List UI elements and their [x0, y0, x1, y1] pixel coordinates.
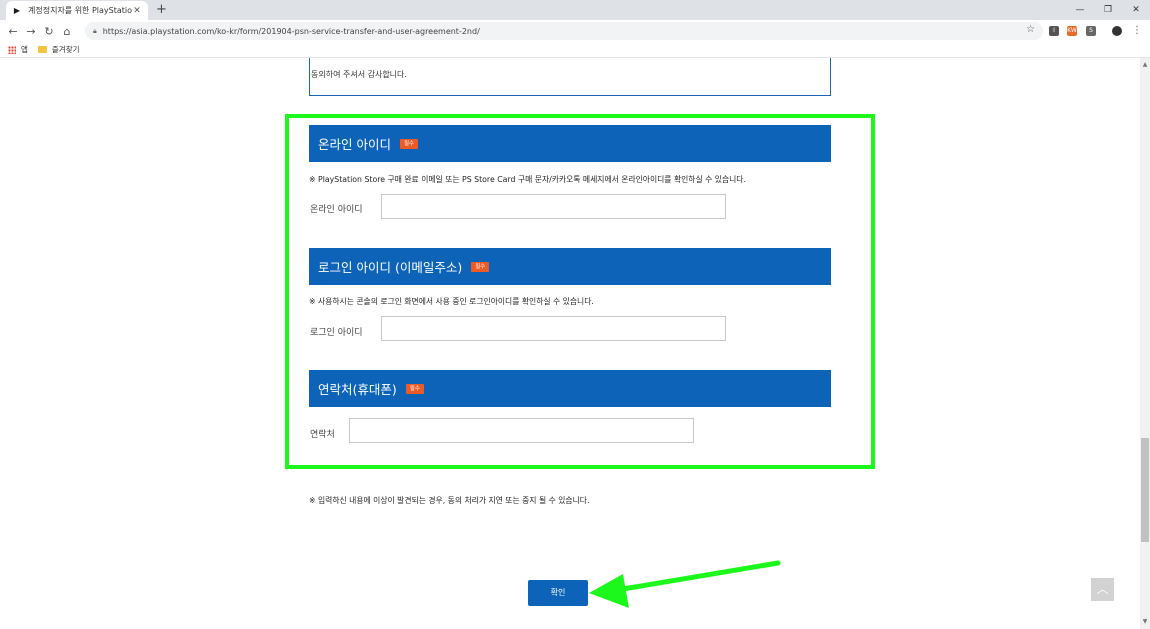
scrollbar-thumb[interactable] — [1141, 438, 1149, 542]
apps-grid-icon — [8, 45, 16, 54]
bookmark-star-icon[interactable]: ☆ — [1026, 24, 1035, 35]
address-bar[interactable]: 🔒︎ https://asia.playstation.com/ko-kr/fo… — [85, 22, 1043, 40]
close-window-icon[interactable]: ✕ — [1122, 0, 1150, 20]
phone-input[interactable] — [349, 418, 694, 443]
chevron-up-icon: ︿ — [1096, 582, 1109, 596]
new-tab-button[interactable]: + — [156, 2, 167, 18]
tab-bar: ▶ 계정정지자를 위한 PlayStation N ✕ + — ❐ ✕ — [0, 0, 1150, 20]
back-icon[interactable]: ← — [4, 25, 22, 38]
window-controls: — ❐ ✕ — [1066, 0, 1150, 20]
page-content: 동의하여 주셔서 감사합니다. 온라인 아이디 필수 ※ PlayStation… — [0, 58, 1140, 629]
extension-i-icon[interactable]: I — [1049, 26, 1059, 36]
phone-label: 연락처 — [310, 430, 335, 440]
home-icon[interactable]: ⌂ — [58, 25, 76, 38]
extension-s-icon[interactable]: S — [1086, 26, 1096, 36]
reload-icon[interactable]: ↻ — [40, 25, 58, 38]
online-id-input[interactable] — [381, 194, 726, 219]
folder-icon — [37, 46, 47, 53]
browser-toolbar: ← → ↻ ⌂ 🔒︎ https://asia.playstation.com/… — [0, 20, 1150, 42]
highlight-frame — [285, 114, 875, 469]
scroll-to-top-button[interactable]: ︿ — [1091, 578, 1114, 601]
close-tab-icon[interactable]: ✕ — [132, 6, 142, 16]
login-id-label: 로그인 아이디 — [310, 328, 363, 338]
extension-kw-icon[interactable]: KW — [1067, 26, 1077, 36]
section-header-online-id: 온라인 아이디 필수 — [309, 125, 831, 162]
url-text: https://asia.playstation.com/ko-kr/form/… — [102, 26, 480, 36]
scroll-down-icon[interactable]: ▼ — [1140, 617, 1150, 627]
bookmark-favorites[interactable]: 즐겨찾기 — [37, 44, 80, 55]
playstation-icon: ▶ — [13, 5, 21, 15]
tab-title: 계정정지자를 위한 PlayStation N — [28, 6, 132, 15]
menu-dots-icon[interactable]: ⋮ — [1132, 26, 1142, 36]
agreement-thanks-text: 동의하여 주셔서 감사합니다. — [311, 70, 407, 79]
required-badge: 필수 — [471, 261, 490, 272]
login-id-input[interactable] — [381, 316, 726, 341]
online-id-hint: ※ PlayStation Store 구매 완료 이메일 또는 PS Stor… — [309, 175, 746, 184]
online-id-label: 온라인 아이디 — [310, 205, 363, 215]
lock-icon: 🔒︎ — [93, 26, 97, 35]
bookmark-apps[interactable]: 앱 — [8, 44, 28, 55]
scroll-up-icon[interactable]: ▲ — [1140, 60, 1150, 70]
login-id-hint: ※ 사용하시는 콘솔의 로그인 화면에서 사용 중인 로그인아이디를 확인하실 … — [309, 297, 594, 306]
forward-icon[interactable]: → — [22, 25, 40, 38]
section-header-login-id: 로그인 아이디 (이메일주소) 필수 — [309, 248, 831, 285]
confirm-button[interactable]: 확인 — [528, 580, 588, 606]
section-header-phone: 연락처(휴대폰) 필수 — [309, 370, 831, 407]
minimize-icon[interactable]: — — [1066, 0, 1094, 20]
required-badge: 필수 — [405, 383, 424, 394]
footnote-text: ※ 입력하신 내용에 이상이 발견되는 경우, 동의 처리가 지연 또는 중지 … — [309, 496, 590, 505]
restore-icon[interactable]: ❐ — [1094, 0, 1122, 20]
browser-tab[interactable]: ▶ 계정정지자를 위한 PlayStation N ✕ — [6, 1, 148, 20]
profile-avatar[interactable] — [1112, 26, 1122, 36]
required-badge: 필수 — [399, 138, 419, 149]
bookmarks-bar: 앱 즐겨찾기 — [0, 42, 1150, 58]
vertical-scrollbar[interactable]: ▲ ▼ — [1140, 58, 1150, 629]
